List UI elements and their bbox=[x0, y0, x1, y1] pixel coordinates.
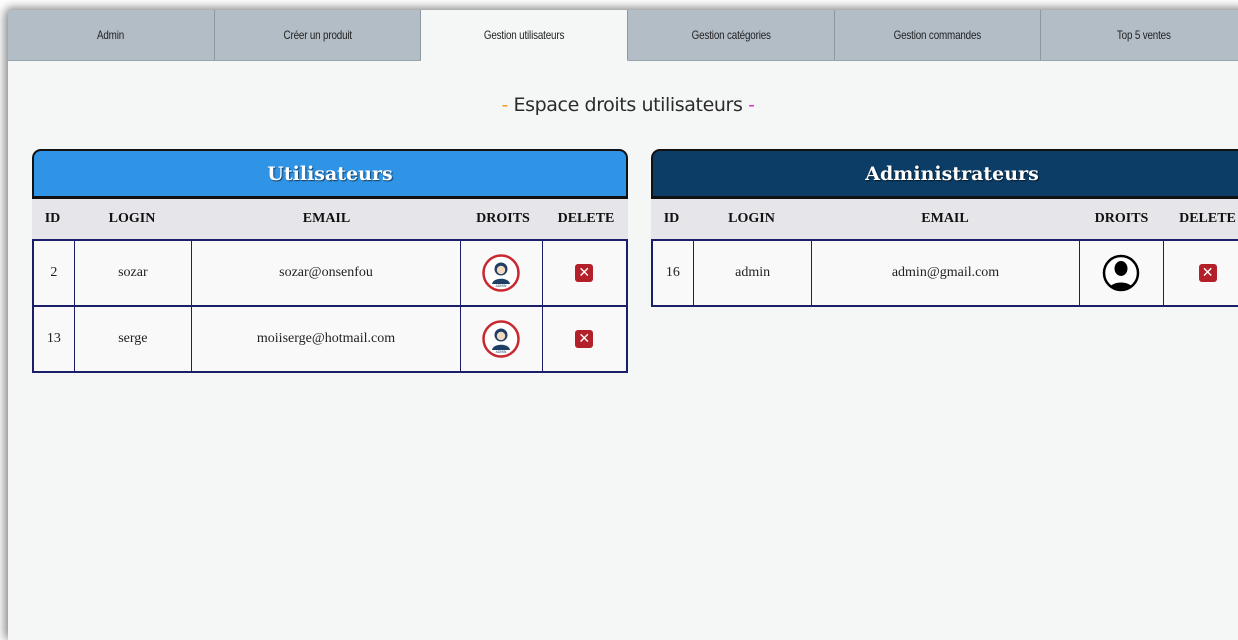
row-login: sozar bbox=[75, 241, 192, 305]
title-dash-left: - bbox=[501, 94, 508, 116]
title-dash-right: - bbox=[748, 94, 755, 116]
col-login: LOGIN bbox=[108, 211, 156, 226]
row-delete: ✕ bbox=[1164, 241, 1238, 305]
users-panel: Utilisateurs ID LOGIN EMAIL DROITS DELET… bbox=[32, 149, 628, 373]
tab-label: Top 5 ventes bbox=[1117, 28, 1172, 42]
page-title-text: Espace droits utilisateurs bbox=[513, 94, 743, 116]
col-email: EMAIL bbox=[302, 211, 351, 226]
col-rights: DROITS bbox=[1094, 211, 1149, 226]
col-rights: DROITS bbox=[476, 211, 530, 226]
badge-label: ADMIN bbox=[496, 284, 507, 288]
tab-label: Créer un produit bbox=[283, 28, 352, 42]
users-table-body: 2 sozar sozar@onsenfou ADMIN ✕ 13 serge … bbox=[32, 239, 628, 373]
admins-table-header: ID LOGIN EMAIL DROITS DELETE bbox=[651, 199, 1238, 239]
row-login: admin bbox=[694, 241, 813, 305]
tab-category-management[interactable]: Gestion catégories bbox=[628, 10, 835, 60]
row-email: admin@gmail.com bbox=[812, 241, 1080, 305]
row-id: 16 bbox=[653, 241, 694, 305]
tab-label: Gestion utilisateurs bbox=[483, 28, 565, 42]
tab-admin[interactable]: Admin bbox=[8, 10, 215, 60]
row-delete: ✕ bbox=[543, 307, 626, 371]
table-row: 2 sozar sozar@onsenfou ADMIN ✕ bbox=[32, 239, 628, 305]
row-rights: ADMIN bbox=[461, 241, 543, 305]
row-id: 13 bbox=[34, 307, 75, 371]
app-frame: Admin Créer un produit Gestion utilisate… bbox=[8, 10, 1238, 640]
admin-badge-icon[interactable]: ADMIN bbox=[481, 253, 521, 293]
tab-user-management[interactable]: Gestion utilisateurs bbox=[421, 10, 629, 61]
users-panel-header: Utilisateurs bbox=[32, 149, 628, 199]
badge-label: ADMIN bbox=[496, 350, 507, 354]
col-id: ID bbox=[44, 211, 61, 226]
users-table-header: ID LOGIN EMAIL DROITS DELETE bbox=[32, 199, 628, 239]
col-email: EMAIL bbox=[921, 211, 969, 226]
col-delete: DELETE bbox=[557, 211, 615, 226]
row-id: 2 bbox=[34, 241, 75, 305]
tab-top-sales[interactable]: Top 5 ventes bbox=[1041, 10, 1238, 60]
tab-label: Gestion catégories bbox=[691, 28, 771, 42]
admins-table-body: 16 admin admin@gmail.com ✕ bbox=[651, 239, 1238, 307]
col-delete: DELETE bbox=[1179, 211, 1236, 226]
users-panel-title: Utilisateurs bbox=[267, 162, 393, 185]
table-row: 16 admin admin@gmail.com ✕ bbox=[651, 239, 1238, 307]
row-email: sozar@onsenfou bbox=[192, 241, 462, 305]
tab-label: Admin bbox=[97, 28, 125, 42]
row-email: moiiserge@hotmail.com bbox=[192, 307, 462, 371]
admins-panel: Administrateurs ID LOGIN EMAIL DROITS DE… bbox=[651, 149, 1238, 307]
tab-label: Gestion commandes bbox=[893, 28, 982, 42]
tab-order-management[interactable]: Gestion commandes bbox=[834, 10, 1042, 60]
close-icon[interactable]: ✕ bbox=[575, 330, 594, 348]
user-silhouette-icon[interactable] bbox=[1101, 253, 1141, 293]
row-delete: ✕ bbox=[543, 241, 626, 305]
col-login: LOGIN bbox=[728, 211, 775, 226]
admins-panel-header: Administrateurs bbox=[651, 149, 1238, 199]
table-row: 13 serge moiiserge@hotmail.com ADMIN ✕ bbox=[32, 305, 628, 373]
tab-create-product[interactable]: Créer un produit bbox=[214, 10, 422, 60]
admins-panel-title: Administrateurs bbox=[865, 162, 1039, 185]
col-id: ID bbox=[663, 211, 680, 226]
row-rights bbox=[1080, 241, 1165, 305]
admin-badge-icon[interactable]: ADMIN bbox=[481, 319, 521, 359]
row-login: serge bbox=[75, 307, 192, 371]
close-icon[interactable]: ✕ bbox=[1198, 264, 1217, 282]
close-icon[interactable]: ✕ bbox=[575, 264, 594, 282]
page-title: - Espace droits utilisateurs - bbox=[8, 94, 1238, 116]
row-rights: ADMIN bbox=[461, 307, 543, 371]
tab-bar: Admin Créer un produit Gestion utilisate… bbox=[8, 10, 1238, 61]
